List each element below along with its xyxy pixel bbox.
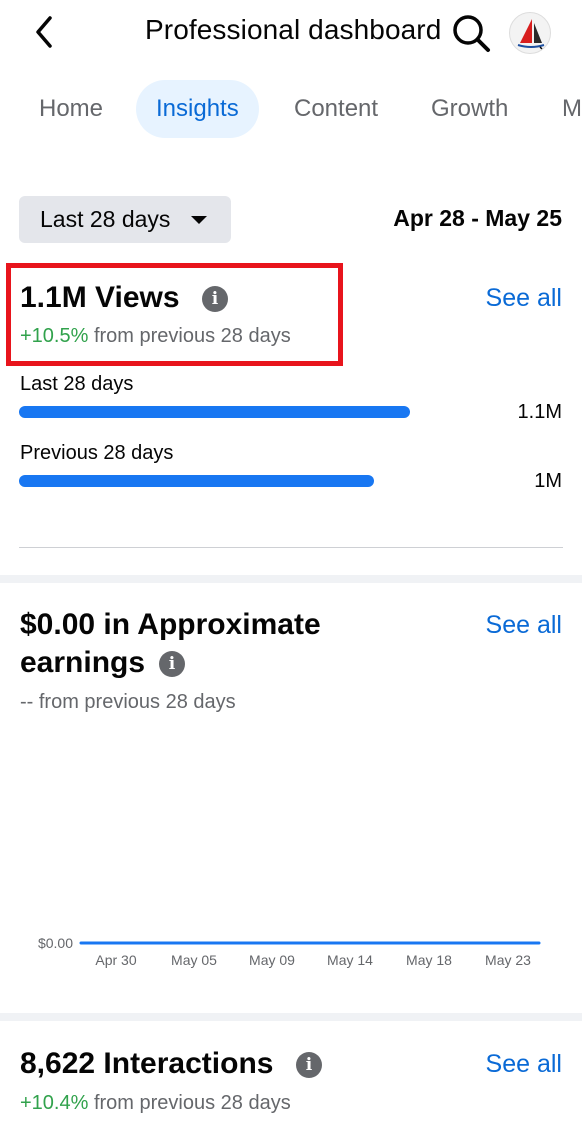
search-button[interactable] (450, 12, 492, 54)
earnings-see-all-link[interactable]: See all (486, 611, 562, 640)
tab-content[interactable]: Content (294, 80, 378, 138)
x-tick-label: May 05 (171, 952, 217, 968)
bar-fill-previous (19, 475, 374, 487)
views-change-text: from previous 28 days (88, 325, 291, 347)
bar-fill-current (19, 406, 410, 418)
section-divider (19, 547, 563, 548)
bar-track-previous (19, 475, 499, 487)
interactions-change-text: from previous 28 days (88, 1092, 291, 1114)
interactions-change: +10.4% from previous 28 days (20, 1092, 291, 1115)
tab-bar: Home Insights Content Growth M (0, 80, 582, 138)
app-header: Professional dashboard (0, 0, 582, 64)
earnings-title-line1: $0.00 in Approximate (20, 608, 321, 641)
caret-down-icon (191, 216, 207, 224)
date-range-dropdown[interactable]: Last 28 days (19, 196, 231, 243)
views-change: +10.5% from previous 28 days (20, 325, 291, 348)
views-title: 1.1M Views (20, 281, 180, 314)
info-icon[interactable]: i (202, 286, 228, 312)
tab-growth[interactable]: Growth (431, 80, 508, 138)
tab-home[interactable]: Home (39, 80, 103, 138)
chevron-left-icon (36, 16, 52, 48)
page-title: Professional dashboard (145, 14, 442, 45)
info-icon[interactable]: i (159, 651, 185, 677)
bar-track-current (19, 406, 499, 418)
avatar[interactable] (509, 12, 551, 54)
views-change-value: +10.5% (20, 325, 89, 347)
x-tick-label: May 23 (485, 952, 531, 968)
interactions-title: 8,622 Interactions (20, 1047, 274, 1080)
bar-label-previous: Previous 28 days (20, 442, 174, 464)
bar-value-previous: 1M (534, 470, 562, 492)
earnings-change: -- from previous 28 days (20, 691, 236, 713)
x-tick-label: Apr 30 (95, 952, 136, 968)
earnings-chart-svg: $0.00 Apr 30 May 05 May 09 May 14 May 18 May 2… (38, 935, 541, 968)
section-gap (0, 575, 582, 583)
search-icon (453, 15, 490, 52)
y-tick-label: $0.00 (38, 935, 73, 951)
interactions-see-all-link[interactable]: See all (486, 1050, 562, 1079)
x-tick-label: May 18 (406, 952, 452, 968)
tab-insights[interactable]: Insights (136, 80, 259, 138)
earnings-title-line2: earnings (20, 646, 146, 679)
earnings-chart: $0.00 Apr 30 May 05 May 09 May 14 May 18 May 2… (0, 820, 582, 980)
views-see-all-link[interactable]: See all (486, 284, 562, 313)
bar-value-current: 1.1M (517, 401, 562, 423)
x-tick-label: May 14 (327, 952, 373, 968)
date-range-selected: Last 28 days (40, 206, 171, 232)
date-range-text: Apr 28 - May 25 (393, 205, 562, 231)
profile-sailboat-icon (517, 19, 547, 52)
bar-label-current: Last 28 days (20, 373, 134, 395)
tab-more[interactable]: M (562, 80, 582, 138)
section-gap (0, 1013, 582, 1021)
back-button[interactable] (30, 14, 60, 50)
interactions-change-value: +10.4% (20, 1092, 89, 1114)
info-icon[interactable]: i (296, 1052, 322, 1078)
x-tick-label: May 09 (249, 952, 295, 968)
